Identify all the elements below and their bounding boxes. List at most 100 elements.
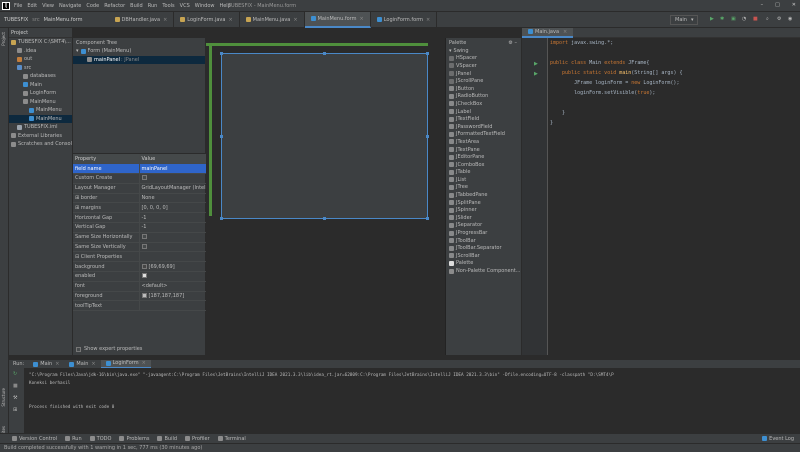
tree-item[interactable]: .idea bbox=[9, 47, 72, 56]
palette-item-jlabel[interactable]: JLabel bbox=[446, 108, 521, 116]
property-row[interactable]: Custom Create bbox=[73, 173, 206, 184]
run-gutter-icon[interactable]: ▶ bbox=[534, 71, 538, 77]
coverage-icon[interactable]: ▣ bbox=[731, 16, 737, 22]
project-tool-button[interactable]: Project bbox=[1, 32, 6, 46]
stop-icon[interactable]: ■ bbox=[9, 380, 24, 392]
palette-item-jprogressbar[interactable]: JProgressBar bbox=[446, 229, 521, 237]
property-row[interactable]: Same Size Horizontally bbox=[73, 232, 206, 243]
property-value[interactable] bbox=[139, 232, 206, 243]
profile-icon[interactable]: ◔ bbox=[742, 16, 748, 22]
search-icon[interactable]: ⌕ bbox=[766, 16, 772, 22]
property-value[interactable]: [0, 0, 0, 0] bbox=[139, 202, 206, 214]
menu-item-navigate[interactable]: Navigate bbox=[59, 3, 81, 9]
palette-item-jradiobutton[interactable]: JRadioButton bbox=[446, 93, 521, 101]
palette-footer-item[interactable]: Palette bbox=[446, 260, 521, 268]
main-panel-preview[interactable] bbox=[220, 52, 429, 220]
console-output[interactable]: "C:\Program Files\Java\jdk-16\bin\java.e… bbox=[29, 372, 799, 412]
menu-item-vcs[interactable]: VCS bbox=[180, 3, 190, 9]
property-row[interactable]: Horizontal Gap -1 bbox=[73, 212, 206, 224]
property-value[interactable] bbox=[139, 300, 206, 312]
property-row[interactable]: Same Size Vertically bbox=[73, 242, 206, 253]
minimize-button[interactable]: – bbox=[761, 2, 764, 8]
palette-item-jpanel[interactable]: JPanel bbox=[446, 70, 521, 78]
tree-node-mainpanel[interactable]: mainPanel : JPanel bbox=[73, 55, 205, 64]
debug-icon[interactable]: ✱ bbox=[720, 16, 726, 22]
property-row[interactable]: Vertical Gap -1 bbox=[73, 222, 206, 233]
tree-node-form[interactable]: ▾ Form (MainMenu) bbox=[73, 47, 205, 56]
resize-handle[interactable] bbox=[220, 52, 223, 55]
tree-item[interactable]: src bbox=[9, 64, 72, 73]
property-value[interactable] bbox=[139, 242, 206, 253]
resize-handle[interactable] bbox=[220, 135, 223, 138]
stop-icon[interactable]: ■ bbox=[753, 16, 759, 22]
property-row[interactable]: ⊞ border None bbox=[73, 193, 206, 204]
tab-dbhandler-java[interactable]: DBHandler.java × bbox=[109, 11, 175, 28]
tree-item[interactable]: TUBESFIX C:\SMT4\... bbox=[9, 38, 72, 47]
close-icon[interactable]: × bbox=[228, 17, 232, 23]
menu-item-window[interactable]: Window bbox=[195, 3, 215, 9]
checkbox-icon[interactable] bbox=[141, 273, 147, 279]
gear-icon[interactable]: ⚙ – bbox=[508, 40, 517, 46]
resize-handle[interactable] bbox=[220, 217, 223, 220]
run-configuration-select[interactable]: Main ▾ bbox=[670, 15, 699, 25]
property-row[interactable]: ⊞ margins [0, 0, 0, 0] bbox=[73, 202, 206, 214]
checkbox-icon[interactable] bbox=[141, 234, 147, 240]
close-icon[interactable]: × bbox=[163, 17, 167, 23]
tab-loginform-form[interactable]: LoginForm.form × bbox=[371, 11, 438, 28]
palette-item-jtabbedpane[interactable]: JTabbedPane bbox=[446, 191, 521, 199]
tree-item[interactable]: databases bbox=[9, 72, 72, 81]
resize-handle[interactable] bbox=[426, 217, 429, 220]
breadcrumb-src[interactable]: src bbox=[32, 17, 39, 23]
tab-main-java[interactable]: Main.java × bbox=[522, 27, 574, 38]
property-value[interactable]: -1 bbox=[139, 212, 206, 224]
palette-item-vspacer[interactable]: VSpacer bbox=[446, 62, 521, 70]
wrench-icon[interactable]: ⚒ bbox=[9, 392, 24, 404]
settings-icon[interactable]: ⚙ bbox=[777, 16, 783, 22]
menu-item-refactor[interactable]: Refactor bbox=[104, 3, 125, 9]
palette-item-jbutton[interactable]: JButton bbox=[446, 85, 521, 93]
tree-item[interactable]: Scratches and Consoles bbox=[9, 140, 72, 149]
palette-item-jtextfield[interactable]: JTextField bbox=[446, 115, 521, 123]
checkbox-icon[interactable] bbox=[141, 175, 147, 181]
close-icon[interactable]: × bbox=[293, 17, 297, 23]
tree-item[interactable]: External Libraries bbox=[9, 132, 72, 141]
form-designer-canvas[interactable] bbox=[206, 38, 446, 355]
palette-item-jpasswordfield[interactable]: JPasswordField bbox=[446, 123, 521, 131]
property-value[interactable]: GridLayoutManager (IntelliJ) bbox=[139, 183, 206, 194]
property-value[interactable]: -1 bbox=[139, 222, 206, 233]
tool-tab-build[interactable]: Build bbox=[157, 436, 177, 442]
close-icon[interactable]: × bbox=[55, 361, 59, 367]
tool-tab-profiler[interactable]: Profiler bbox=[185, 436, 210, 442]
palette-item-hspacer[interactable]: HSpacer bbox=[446, 55, 521, 63]
menu-item-build[interactable]: Build bbox=[130, 3, 143, 9]
palette-item-jtoolbar-separator[interactable]: JToolBar.Separator bbox=[446, 244, 521, 252]
palette-item-jsplitpane[interactable]: JSplitPane bbox=[446, 199, 521, 207]
close-icon[interactable]: × bbox=[91, 361, 95, 367]
close-icon[interactable]: × bbox=[563, 29, 567, 35]
structure-tool-button[interactable]: Structure bbox=[1, 388, 6, 407]
tree-item[interactable]: MainMenu bbox=[9, 106, 72, 115]
run-icon[interactable]: ▶ bbox=[710, 16, 716, 22]
property-value[interactable]: <default> bbox=[139, 281, 206, 292]
palette-item-jtextarea[interactable]: JTextArea bbox=[446, 138, 521, 146]
tree-item[interactable]: LoginForm bbox=[9, 89, 72, 98]
menu-item-edit[interactable]: Edit bbox=[27, 3, 37, 9]
property-row[interactable]: field name mainPanel bbox=[73, 163, 206, 175]
update-icon[interactable]: ◉ bbox=[788, 16, 794, 22]
tree-item[interactable]: MainMenu bbox=[9, 114, 72, 123]
palette-item-jscrollbar[interactable]: JScrollBar bbox=[446, 252, 521, 260]
menu-item-view[interactable]: View bbox=[42, 3, 54, 9]
tab-mainmenu-form[interactable]: MainMenu.form × bbox=[304, 11, 371, 28]
resize-handle[interactable] bbox=[426, 135, 429, 138]
property-value[interactable] bbox=[139, 251, 206, 263]
palette-item-jlist[interactable]: JList bbox=[446, 176, 521, 184]
palette-item-jtoolbar[interactable]: JToolBar bbox=[446, 237, 521, 245]
palette-footer-item[interactable]: Non-Palette Component... bbox=[446, 267, 521, 275]
close-icon[interactable]: × bbox=[142, 360, 146, 366]
event-log-button[interactable]: Event Log bbox=[762, 436, 794, 442]
palette-item-jslider[interactable]: JSlider bbox=[446, 214, 521, 222]
resize-handle[interactable] bbox=[426, 52, 429, 55]
tool-tab-problems[interactable]: Problems bbox=[119, 436, 149, 442]
maximize-button[interactable]: □ bbox=[775, 2, 780, 8]
tool-tab-terminal[interactable]: Terminal bbox=[217, 436, 246, 442]
